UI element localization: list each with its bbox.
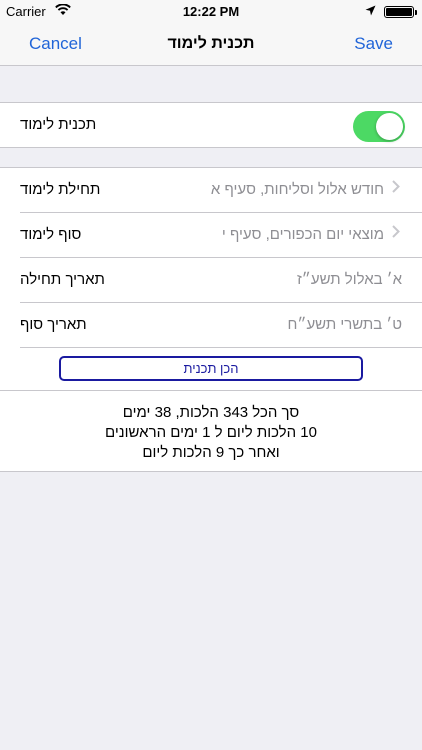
summary-line-after: ואחר כך 9 הלכות ליום	[142, 444, 280, 461]
summary-line-total: סך הכל 343 הלכות, 38 ימים	[122, 404, 300, 421]
summary-line-first-days: 10 הלכות ליום ל 1 ימים הראשונים	[105, 424, 317, 441]
row-study-end[interactable]: סוף לימוד מוצאי יום הכפורים, סעיף י	[20, 213, 422, 258]
study-plan-toggle-row: תכנית לימוד	[0, 102, 422, 148]
make-plan-button[interactable]: הכן תכנית	[59, 356, 363, 381]
chevron-right-icon	[392, 225, 400, 243]
plan-summary: סך הכל 343 הלכות, 38 ימים 10 הלכות ליום …	[0, 403, 422, 463]
row-value: מוצאי יום הכפורים, סעיף י	[221, 226, 384, 243]
clock: 12:22 PM	[182, 4, 240, 19]
row-label: סוף לימוד	[20, 226, 82, 243]
navigation-bar: Cancel תכנית לימוד Save	[0, 22, 422, 66]
row-value: ט׳ בתשרי תשע״ח	[287, 316, 402, 333]
chevron-right-icon	[392, 180, 400, 198]
location-arrow-icon	[365, 4, 376, 19]
row-value: א׳ באלול תשע״ז	[296, 271, 402, 288]
status-bar: Carrier 12:22 PM	[0, 0, 422, 22]
row-value: חודש אלול וסליחות, סעיף א	[210, 181, 384, 198]
divider	[0, 390, 422, 391]
switch-knob	[376, 113, 403, 140]
row-label: תאריך סוף	[20, 316, 87, 333]
row-label: תחילת לימוד	[20, 181, 101, 198]
save-button[interactable]: Save	[354, 34, 393, 54]
row-study-start[interactable]: תחילת לימוד חודש אלול וסליחות, סעיף א	[20, 168, 422, 213]
battery-icon	[384, 6, 417, 18]
study-plan-toggle-label: תכנית לימוד	[20, 116, 97, 133]
row-start-date[interactable]: תאריך תחילה א׳ באלול תשע״ז	[20, 258, 422, 303]
study-plan-switch[interactable]	[353, 111, 405, 142]
row-label: תאריך תחילה	[20, 271, 105, 288]
row-end-date[interactable]: תאריך סוף ט׳ בתשרי תשע״ח	[20, 303, 422, 348]
